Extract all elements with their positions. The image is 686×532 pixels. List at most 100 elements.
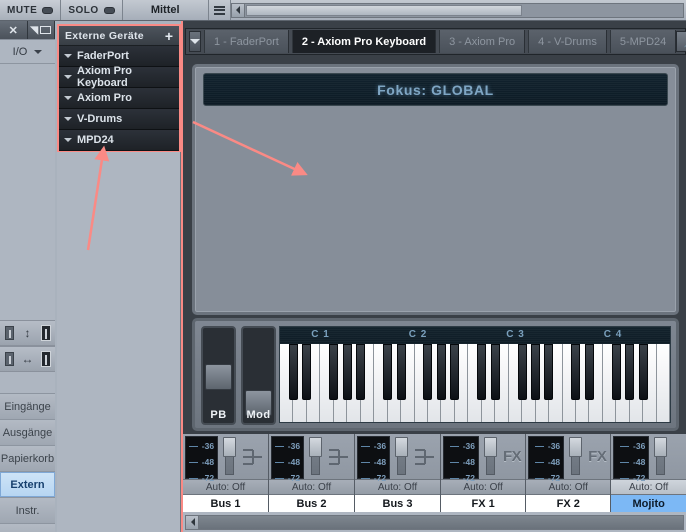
black-key[interactable] [383,344,393,400]
black-key[interactable] [490,344,500,400]
scroll-thumb[interactable] [199,515,683,529]
pitch-bend-grip[interactable] [205,364,232,390]
black-key[interactable] [436,344,446,400]
chevron-down-icon[interactable] [64,54,72,62]
tab-v-drums[interactable]: 4 - V-Drums [528,30,607,53]
scroll-track[interactable] [199,514,684,530]
mixer-strip[interactable]: -36 -48 -72 Auto: Off Bus 2 [269,434,355,512]
piano-keys[interactable]: C 1 C 2 C 3 C 4 [279,326,671,423]
black-key[interactable] [302,344,312,400]
tab-dropdown-button[interactable] [189,31,201,52]
automation-mode-label[interactable]: Auto: Off [526,479,611,494]
mixer-strip[interactable]: -36 -48 -72 FX Auto: Off FX 2 [526,434,612,512]
bottom-scrollbar[interactable] [183,512,686,532]
fader-handle[interactable] [569,437,583,457]
expand-window-icon[interactable]: ◥ [27,21,55,39]
sidebar-item-ausgaenge[interactable]: Ausgänge [0,420,55,446]
size-small-vertical-button[interactable] [0,326,18,340]
mute-button[interactable]: MUTE [0,0,62,20]
black-key[interactable] [544,344,554,400]
volume-fader[interactable] [479,434,503,479]
volume-fader[interactable] [564,434,588,479]
strip-name-label[interactable]: Bus 2 [269,494,354,512]
list-item[interactable]: MPD24 [59,130,179,151]
scroll-left-icon[interactable] [230,2,245,18]
sidebar-item-instr[interactable]: Instr. [0,498,55,524]
automation-mode-label[interactable]: Auto: Off [611,479,686,494]
fader-handle[interactable] [395,437,409,457]
list-item[interactable]: V-Drums [59,109,179,130]
tab-axiom-pro-keyboard[interactable]: 2 - Axiom Pro Keyboard [291,30,437,53]
chevron-down-icon[interactable] [64,117,72,125]
tab-axiom-pro[interactable]: 3 - Axiom Pro [439,30,526,53]
fader-handle[interactable] [309,437,323,457]
strip-name-label[interactable]: Mojito [611,494,686,512]
sidebar-item-extern[interactable]: Extern [0,472,55,498]
volume-fader[interactable] [390,434,412,479]
size-large-vertical-button[interactable] [37,325,55,341]
chevron-down-icon[interactable] [64,96,72,104]
black-key[interactable] [342,344,352,400]
pin-icon[interactable]: 📌 [676,31,686,52]
black-key[interactable] [288,344,298,400]
fader-handle[interactable] [223,437,237,457]
black-key[interactable] [450,344,460,400]
top-toolbar: MUTE SOLO Mittel [0,0,686,21]
scroll-thumb[interactable] [245,4,522,16]
black-key[interactable] [638,344,648,400]
black-key[interactable] [625,344,635,400]
white-key[interactable] [656,344,670,422]
black-key[interactable] [517,344,527,400]
strip-name-label[interactable]: FX 1 [441,494,526,512]
scroll-left-icon[interactable] [185,514,199,530]
black-key[interactable] [571,344,581,400]
chevron-down-icon[interactable] [64,138,72,146]
list-item[interactable]: Axiom Pro [59,88,179,109]
size-large-horizontal-button[interactable] [37,351,55,367]
size-small-horizontal-button[interactable] [0,352,18,366]
black-key[interactable] [423,344,433,400]
sidebar-item-baenke[interactable]: Bänke [0,524,55,532]
volume-fader[interactable] [649,434,673,479]
automation-mode-label[interactable]: Auto: Off [355,479,440,494]
automation-mode-label[interactable]: Auto: Off [269,479,354,494]
black-key[interactable] [356,344,366,400]
mixer-strip[interactable]: -36 -48 -72 FX Auto: Off FX 1 [441,434,527,512]
solo-button[interactable]: SOLO [61,0,123,20]
list-item[interactable]: Axiom Pro Keyboard [59,65,179,89]
strip-name-label[interactable]: FX 2 [526,494,611,512]
black-key[interactable] [329,344,339,400]
tab-faderport[interactable]: 1 - FaderPort [204,30,289,53]
volume-fader[interactable] [218,434,240,479]
toolbar-scrollbar[interactable] [230,0,686,20]
close-icon[interactable]: ✕ [0,21,28,39]
fader-handle[interactable] [654,437,668,457]
black-key[interactable] [477,344,487,400]
black-key[interactable] [611,344,621,400]
volume-fader[interactable] [304,434,326,479]
scroll-track[interactable] [244,2,684,18]
pitch-bend-wheel[interactable]: PB [201,326,236,425]
automation-mode-label[interactable]: Auto: Off [183,479,268,494]
sidebar-item-eingaenge[interactable]: Eingänge [0,394,55,420]
mixer-strip[interactable]: -36 -48 -72 Auto: Off Mojito [611,434,686,512]
black-key[interactable] [396,344,406,400]
strip-meter-area: -36 -48 -72 FX [441,434,526,483]
strip-name-label[interactable]: Bus 1 [183,494,268,512]
automation-mode-label[interactable]: Auto: Off [441,479,526,494]
sidebar-item-label: Ausgänge [2,426,53,439]
fader-handle[interactable] [484,437,497,457]
mod-wheel[interactable]: Mod [241,326,276,425]
chevron-down-icon[interactable] [64,75,72,83]
strip-name-label[interactable]: Bus 3 [355,494,440,512]
add-device-button[interactable]: + [165,29,173,43]
black-key[interactable] [531,344,541,400]
tab-mpd24[interactable]: 5-MPD24 [609,30,677,53]
list-item[interactable]: FaderPort [59,46,179,67]
menu-button[interactable] [209,0,231,20]
sidebar-item-papierkorb[interactable]: Papierkorb [0,446,55,472]
mixer-strip[interactable]: -36 -48 -72 Auto: Off Bus 3 [355,434,441,512]
io-selector[interactable]: I/O [0,40,55,64]
black-key[interactable] [584,344,594,400]
mixer-strip[interactable]: -36 -48 -72 Auto: Off Bus 1 [183,434,269,512]
